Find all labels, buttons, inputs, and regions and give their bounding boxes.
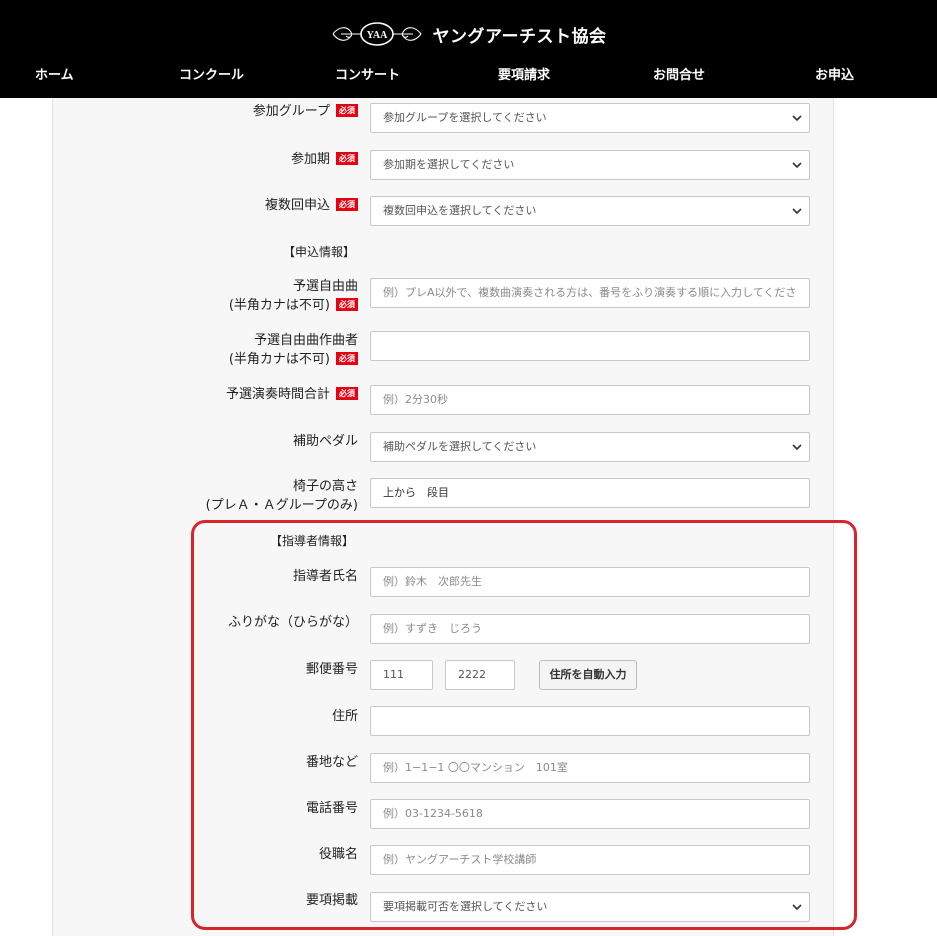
postal-code-part1-input[interactable]: 111 [370,660,433,690]
chevron-down-icon [792,162,802,169]
address-input[interactable] [370,706,810,736]
chair-label-line2: (プレＡ・Ａグループのみ) [205,498,358,513]
duration-label-text: 予選演奏時間合計 [225,387,330,402]
title-label: 役職名 [318,847,358,862]
teacher-name-label: 指導者氏名 [292,569,358,584]
required-badge: 必須 [336,104,358,117]
required-badge: 必須 [336,298,358,311]
period-select-value: 参加期を選択してください [383,158,515,171]
multi-label: 複数回申込 必須 [265,196,358,215]
teacher-section-heading: 【指導者情報】 [270,534,355,548]
nav-competition[interactable]: コンクール [179,64,244,83]
piece-label-line2: (半角カナは不可) [228,298,330,313]
pedal-select[interactable]: 補助ペダルを選択してください [370,432,810,462]
street-label: 番地など [305,755,358,770]
publish-label: 要項掲載 [305,893,358,908]
site-header: YAA ヤングアーチスト協会 ホーム コンクール コンサート 要項請求 お問合せ… [0,0,937,98]
furigana-input[interactable]: 例）すずき じろう [370,614,810,644]
main-nav: ホーム コンクール コンサート 要項請求 お問合せ お申込 [0,64,937,86]
duration-label: 予選演奏時間合計 必須 [226,385,358,404]
furigana-label: ふりがな（ひらがな） [227,615,358,630]
multi-label-text: 複数回申込 [264,198,330,213]
chevron-down-icon [792,904,802,911]
chair-label-line1: 椅子の高さ [292,479,358,494]
group-label-text: 参加グループ [252,104,330,119]
chevron-down-icon [792,444,802,451]
phone-input[interactable]: 例）03-1234-5618 [370,799,810,829]
nav-guidelines-request[interactable]: 要項請求 [498,64,550,83]
nav-apply[interactable]: お申込 [815,64,854,83]
group-label: 参加グループ 必須 [253,102,358,121]
group-select[interactable]: 参加グループを選択してください [370,103,810,133]
required-badge: 必須 [336,198,358,211]
publish-select[interactable]: 要項掲載可否を選択してください [370,892,810,922]
period-label: 参加期 必須 [291,150,358,169]
duration-input[interactable]: 例）2分30秒 [370,385,810,415]
teacher-name-input[interactable]: 例）鈴木 次郎先生 [370,567,810,597]
chair-input[interactable]: 上から 段目 [370,478,810,508]
chair-label: 椅子の高さ (プレＡ・Ａグループのみ) [206,477,358,515]
period-label-text: 参加期 [290,152,330,167]
required-badge: 必須 [336,387,358,400]
pedal-select-value: 補助ペダルを選択してください [383,440,537,453]
nav-concert[interactable]: コンサート [335,64,400,83]
composer-label-line2: (半角カナは不可) [228,352,330,367]
street-input[interactable]: 例）1−1−1 〇〇マンション 101室 [370,753,810,783]
piece-label-line1: 予選自由曲 [292,279,358,294]
address-label: 住所 [331,709,358,724]
postal-code-part2-input[interactable]: 2222 [445,660,515,690]
composer-input[interactable] [370,331,810,361]
postal-label: 郵便番号 [305,662,358,677]
application-section-heading: 【申込情報】 [283,245,356,259]
svg-text:YAA: YAA [366,30,388,41]
multi-select[interactable]: 複数回申込を選択してください [370,196,810,226]
site-title: ヤングアーチスト協会 [432,26,607,47]
piece-label: 予選自由曲 (半角カナは不可) 必須 [229,277,358,315]
auto-fill-address-button[interactable]: 住所を自動入力 [539,660,637,690]
required-badge: 必須 [336,352,358,365]
chevron-down-icon [792,208,802,215]
nav-contact[interactable]: お問合せ [653,64,705,83]
phone-label: 電話番号 [305,801,358,816]
multi-select-value: 複数回申込を選択してください [383,204,537,217]
site-logo[interactable]: YAA ヤングアーチスト協会 [0,18,937,50]
nav-home[interactable]: ホーム [35,64,74,83]
period-select[interactable]: 参加期を選択してください [370,150,810,180]
logo-emblem-icon: YAA [331,20,423,48]
required-badge: 必須 [336,152,358,165]
pedal-label: 補助ペダル [292,434,358,449]
composer-label-line1: 予選自由曲作曲者 [253,333,358,348]
job-title-input[interactable]: 例）ヤングアーチスト学校講師 [370,845,810,875]
composer-label: 予選自由曲作曲者 (半角カナは不可) 必須 [229,331,358,369]
publish-select-value: 要項掲載可否を選択してください [383,900,548,913]
piece-input[interactable]: 例）プレA以外で、複数曲演奏される方は、番号をふり演奏する順に入力してくださ [370,278,810,308]
chevron-down-icon [792,115,802,122]
group-select-value: 参加グループを選択してください [383,111,547,124]
